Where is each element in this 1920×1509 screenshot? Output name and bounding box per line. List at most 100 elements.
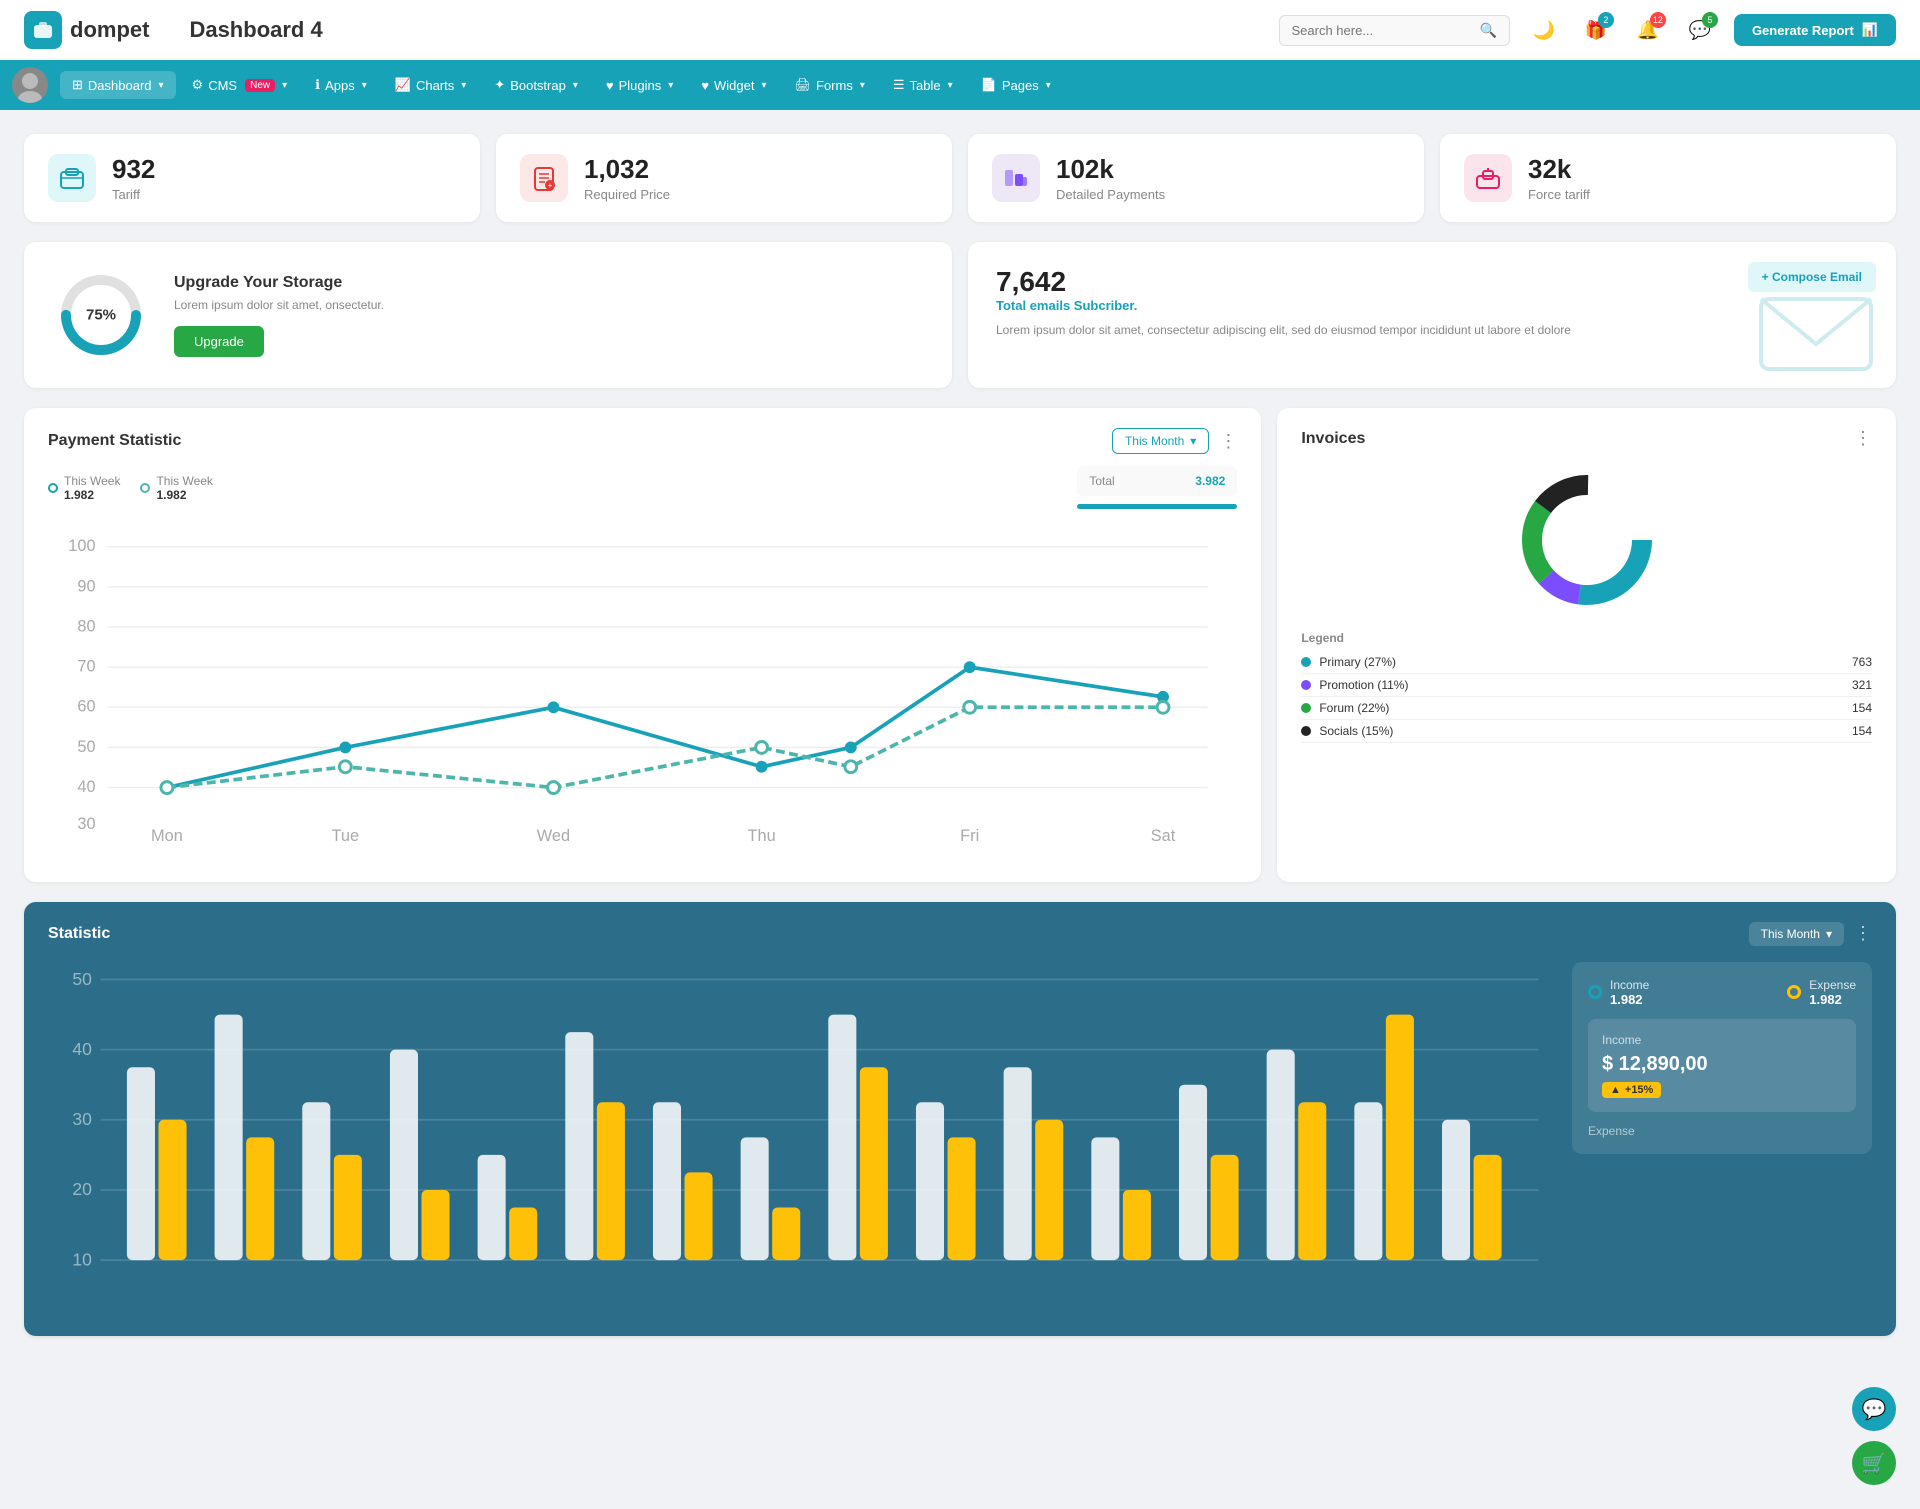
support-fab[interactable]: 💬 — [1852, 1387, 1896, 1431]
total-row: Total 3.982 — [1077, 466, 1237, 496]
tariff-label: Tariff — [112, 187, 155, 202]
nav-item-widget[interactable]: ♥ Widget ▾ — [689, 72, 778, 99]
bootstrap-icon: ✦ — [494, 77, 505, 93]
search-input[interactable] — [1292, 23, 1472, 38]
bell-btn[interactable]: 🔔 12 — [1630, 12, 1666, 48]
nav-item-forms[interactable]: 🖨 Forms ▾ — [782, 71, 876, 99]
stat-card-tariff-info: 932 Tariff — [112, 154, 155, 202]
chevron-down-icon-forms: ▾ — [860, 80, 865, 91]
invoices-more-icon[interactable]: ⋮ — [1854, 428, 1872, 449]
svg-text:50: 50 — [72, 969, 92, 989]
nav-item-apps[interactable]: ℹ Apps ▾ — [303, 71, 379, 99]
total-progress-bar — [1077, 504, 1237, 509]
svg-text:100: 100 — [68, 537, 95, 555]
forms-icon: 🖨 — [794, 77, 811, 93]
chevron-down-icon: ▾ — [159, 80, 164, 91]
svg-text:+: + — [548, 181, 553, 190]
statistic-more-icon[interactable]: ⋮ — [1854, 923, 1872, 944]
logo: dompet — [24, 11, 149, 49]
new-badge: New — [245, 79, 275, 92]
pages-icon: 📄 — [981, 77, 997, 93]
nav-item-plugins[interactable]: ♥ Plugins ▾ — [594, 72, 685, 99]
generate-report-button[interactable]: Generate Report 📊 — [1734, 14, 1896, 46]
payment-chart-card: Payment Statistic This Month ▾ ⋮ This We… — [24, 408, 1261, 882]
income-growth-badge: ▲ +15% — [1602, 1082, 1661, 1098]
legend-header: Legend — [1301, 631, 1872, 645]
svg-text:Wed: Wed — [537, 827, 570, 845]
search-icon: 🔍 — [1480, 22, 1497, 39]
nav-item-table[interactable]: ☰ Table ▾ — [881, 71, 965, 99]
stat-card-price-info: 1,032 Required Price — [584, 154, 670, 202]
fab-buttons: 💬 🛒 — [1852, 1387, 1896, 1485]
chevron-down-icon-cms: ▾ — [282, 80, 287, 91]
payment-chart-header: Payment Statistic This Month ▾ ⋮ — [48, 428, 1237, 454]
stat-cards-row: 932 Tariff + 1,032 Required Price 102k D… — [24, 134, 1896, 222]
statistic-bar-chart: 50 40 30 20 10 — [48, 962, 1556, 1316]
apps-icon: ℹ — [315, 77, 320, 93]
socials-dot — [1301, 726, 1311, 736]
chevron-down-icon-table: ▾ — [948, 80, 953, 91]
payments-value: 102k — [1056, 154, 1165, 185]
header-right: 🔍 🌙 🎁 2 🔔 12 💬 5 Generate Report 📊 — [1279, 12, 1897, 48]
invoices-legend: Legend Primary (27%) 763 Promotion (11%)… — [1301, 631, 1872, 743]
force-label: Force tariff — [1528, 187, 1590, 202]
price-value: 1,032 — [584, 154, 670, 185]
svg-text:20: 20 — [72, 1179, 92, 1199]
income-box: Income $ 12,890,00 ▲ +15% — [1588, 1019, 1856, 1112]
statistic-main: 50 40 30 20 10 — [48, 962, 1872, 1316]
price-label: Required Price — [584, 187, 670, 202]
charts-icon: 📈 — [395, 77, 411, 93]
chart-controls: This Month ▾ ⋮ — [1112, 428, 1237, 454]
legend-socials: Socials (15%) 154 — [1301, 720, 1872, 743]
compose-email-button[interactable]: + Compose Email — [1748, 262, 1876, 292]
statistic-card: Statistic This Month ▾ ⋮ 50 40 — [24, 902, 1896, 1336]
search-bar[interactable]: 🔍 — [1279, 15, 1510, 46]
stat-card-tariff: 932 Tariff — [24, 134, 480, 222]
cart-fab[interactable]: 🛒 — [1852, 1441, 1896, 1485]
series1-dot — [48, 483, 58, 493]
chat-badge: 5 — [1702, 12, 1718, 28]
nav-item-charts[interactable]: 📈 Charts ▾ — [383, 71, 479, 99]
moon-btn[interactable]: 🌙 — [1526, 12, 1562, 48]
gift-badge: 2 — [1598, 12, 1614, 28]
chat-btn[interactable]: 💬 5 — [1682, 12, 1718, 48]
more-options-icon[interactable]: ⋮ — [1219, 431, 1237, 452]
logo-icon — [24, 11, 62, 49]
legend-forum: Forum (22%) 154 — [1301, 697, 1872, 720]
upgrade-button[interactable]: Upgrade — [174, 326, 264, 357]
chevron-down-icon-bootstrap: ▾ — [573, 80, 578, 91]
ie-row: Income 1.982 Expense 1.982 — [1588, 978, 1856, 1007]
table-icon: ☰ — [893, 77, 905, 93]
email-card: + Compose Email 7,642 Total emails Subcr… — [968, 242, 1896, 388]
svg-text:Mon: Mon — [151, 827, 183, 845]
invoices-card: Invoices ⋮ Leg — [1277, 408, 1896, 882]
force-value: 32k — [1528, 154, 1590, 185]
email-desc: Lorem ipsum dolor sit amet, consectetur … — [996, 321, 1868, 339]
svg-text:Thu: Thu — [748, 827, 776, 845]
statistic-header: Statistic This Month ▾ ⋮ — [48, 922, 1872, 946]
this-month-dropdown[interactable]: This Month ▾ — [1112, 428, 1209, 454]
gift-btn[interactable]: 🎁 2 — [1578, 12, 1614, 48]
svg-text:40: 40 — [72, 1039, 92, 1059]
main-content: 932 Tariff + 1,032 Required Price 102k D… — [0, 110, 1920, 1360]
primary-dot — [1301, 657, 1311, 667]
nav-item-pages[interactable]: 📄 Pages ▾ — [969, 71, 1063, 99]
forum-dot — [1301, 703, 1311, 713]
svg-text:60: 60 — [77, 698, 95, 716]
expense-dot — [1787, 985, 1801, 999]
svg-text:90: 90 — [77, 577, 95, 595]
nav-item-cms[interactable]: ⚙ CMS New ▾ — [180, 71, 300, 99]
stat-card-force: 32k Force tariff — [1440, 134, 1896, 222]
svg-text:Sat: Sat — [1151, 827, 1176, 845]
bar-chart-icon: 📊 — [1862, 22, 1878, 38]
nav-item-bootstrap[interactable]: ✦ Bootstrap ▾ — [482, 71, 590, 99]
statistic-month-dropdown[interactable]: This Month ▾ — [1749, 922, 1844, 946]
upgrade-text: Upgrade Your Storage Lorem ipsum dolor s… — [174, 274, 384, 357]
stat-card-price: + 1,032 Required Price — [496, 134, 952, 222]
bar-chart-svg: 50 40 30 20 10 — [48, 962, 1556, 1313]
force-icon — [1464, 154, 1512, 202]
nav-item-dashboard[interactable]: ⊞ Dashboard ▾ — [60, 71, 176, 99]
payments-label: Detailed Payments — [1056, 187, 1165, 202]
dashboard-icon: ⊞ — [72, 77, 83, 93]
stat-card-force-info: 32k Force tariff — [1528, 154, 1590, 202]
